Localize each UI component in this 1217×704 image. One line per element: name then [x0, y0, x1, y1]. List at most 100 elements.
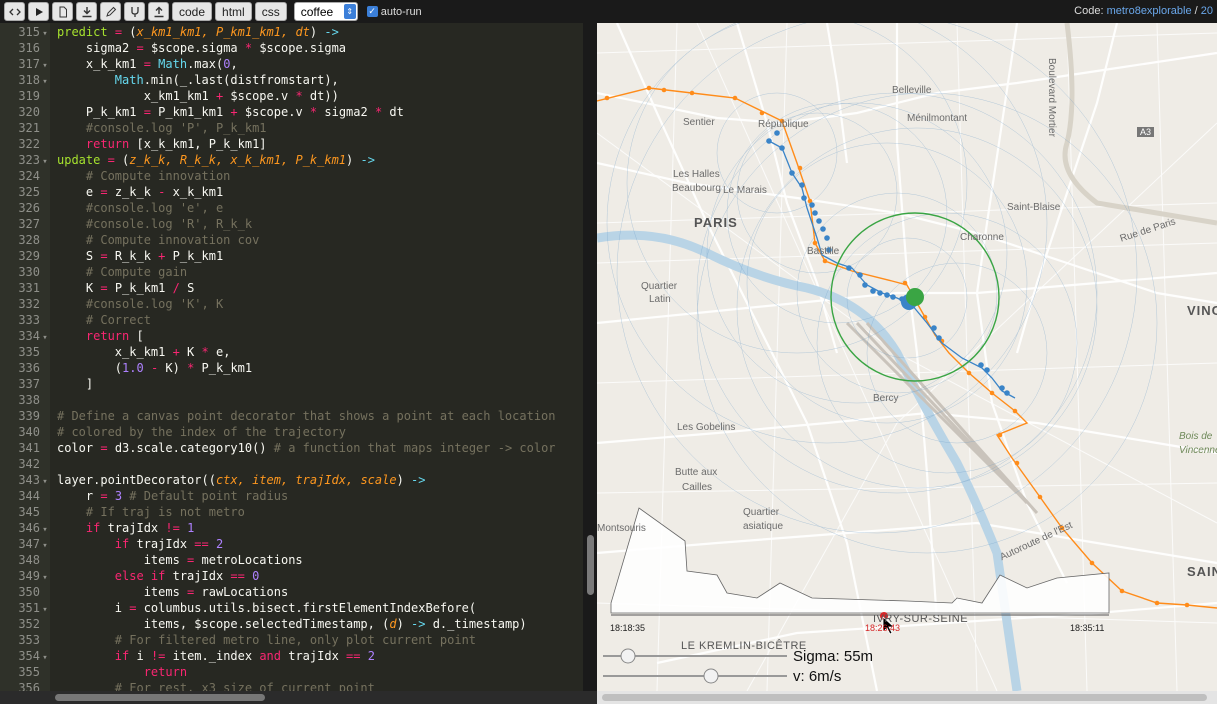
code-text: if trajIdx == 2: [114, 537, 224, 551]
line-number: 348: [18, 553, 40, 567]
code-line[interactable]: 345 # If traj is not metro: [0, 504, 583, 520]
code-line[interactable]: 356 # For rest, x3 size of current point: [0, 680, 583, 691]
code-line[interactable]: 317 ▾ x_k_km1 = Math.max(0,: [0, 56, 583, 72]
place-label: Charonne: [960, 232, 1004, 243]
editor-horizontal-scroll-thumb[interactable]: [55, 694, 265, 701]
download-button[interactable]: [76, 2, 97, 21]
code-text: return [: [85, 329, 144, 343]
run-button[interactable]: [28, 2, 49, 21]
code-line[interactable]: 340 # colored by the index of the traject…: [0, 424, 583, 440]
code-line[interactable]: 334 ▾ return [: [0, 328, 583, 344]
line-number: 337: [18, 377, 40, 391]
line-number: 339: [18, 409, 40, 423]
new-file-button[interactable]: [52, 2, 73, 21]
code-line[interactable]: 316 sigma2 = $scope.sigma * $scope.sigma: [0, 40, 583, 56]
tab-css[interactable]: css: [254, 2, 287, 21]
code-line[interactable]: 341 color = d3.scale.category10() # a fun…: [0, 440, 583, 456]
code-text: items, $scope.selectedTimestamp, (d) -> …: [57, 617, 527, 631]
code-line[interactable]: 323 ▾ update = (z_k_k, R_k_k, x_k_km1, P_k…: [0, 152, 583, 168]
place-label: LE KREMLIN-BICÊTRE: [681, 640, 807, 652]
code-text: x_km1_km1 + $scope.v * dt)): [57, 89, 339, 103]
code-line[interactable]: 332 #console.log 'K', K: [0, 296, 583, 312]
code-text: color = d3.scale.category10() # a functi…: [57, 441, 556, 455]
code-text: #console.log 'P', P_k_km1: [85, 121, 267, 135]
code-text: e = z_k_k - x_k_km1: [57, 185, 224, 199]
code-line[interactable]: 329 S = R_k_k + P_k_km1: [0, 248, 583, 264]
code-line[interactable]: 336 (1.0 - K) * P_k_km1: [0, 360, 583, 376]
code-line[interactable]: 315 ▾ predict = (x_km1_km1, P_km1_km1, dt)…: [0, 24, 583, 40]
code-line[interactable]: 342: [0, 456, 583, 472]
code-line[interactable]: 319 x_km1_km1 + $scope.v * dt)): [0, 88, 583, 104]
line-number: 345: [18, 505, 40, 519]
code-editor[interactable]: 315 ▾ predict = (x_km1_km1, P_km1_km1, dt)…: [0, 23, 583, 691]
download-icon: [82, 6, 91, 17]
code-line[interactable]: 321 #console.log 'P', P_k_km1: [0, 120, 583, 136]
upload-button[interactable]: [148, 2, 169, 21]
code-text: # For filtered metro line, only plot cur…: [114, 633, 477, 647]
code-line[interactable]: 344 r = 3 # Default point radius: [0, 488, 583, 504]
credit-link[interactable]: metro8explorable: [1107, 5, 1192, 17]
code-credit: Code: metro8explorable / 20: [1074, 5, 1213, 17]
language-select[interactable]: coffee ⇕: [293, 2, 358, 21]
file-icon: [59, 6, 67, 17]
editor-vertical-scroll-thumb[interactable]: [587, 535, 594, 595]
code-text: #console.log 'R', R_k_k: [85, 217, 253, 231]
code-line[interactable]: 346 ▾ if trajIdx != 1: [0, 520, 583, 536]
code-line[interactable]: 349 ▾ else if trajIdx == 0: [0, 568, 583, 584]
code-line[interactable]: 352 items, $scope.selectedTimestamp, (d)…: [0, 616, 583, 632]
code-line[interactable]: 353 # For filtered metro line, only plot…: [0, 632, 583, 648]
edit-button[interactable]: [100, 2, 121, 21]
place-label: Latin: [649, 294, 671, 305]
code-text: (1.0 - K) * P_k_km1: [57, 361, 253, 375]
autorun-toggle[interactable]: ✓ auto-run: [366, 6, 422, 18]
code-line[interactable]: 320 P_k_km1 = P_km1_km1 + $scope.v * sig…: [0, 104, 583, 120]
code-line[interactable]: 350 items = rawLocations: [0, 584, 583, 600]
map-view[interactable]: Belleville Ménilmontant Sentier République L…: [597, 23, 1217, 691]
code-line[interactable]: 337 ]: [0, 376, 583, 392]
code-line[interactable]: 351 ▾ i = columbus.utils.bisect.firstElem…: [0, 600, 583, 616]
fork-button[interactable]: [124, 2, 145, 21]
tab-html[interactable]: html: [215, 2, 252, 21]
code-line[interactable]: 318 ▾ Math.min(_.last(distfromstart),: [0, 72, 583, 88]
code-line[interactable]: 339 # Define a canvas point decorator tha…: [0, 408, 583, 424]
place-label: Butte aux: [675, 467, 718, 478]
timeline-start-label: 18:18:35: [610, 623, 646, 633]
code-line[interactable]: 333 # Correct: [0, 312, 583, 328]
checkbox-checked-icon[interactable]: ✓: [366, 6, 378, 17]
code-text: return: [143, 665, 188, 679]
code-text: K = P_k_km1 / S: [57, 281, 195, 295]
code-line[interactable]: 354 ▾ if i != item._index and trajIdx == …: [0, 648, 583, 664]
place-label: Saint-Blaise: [1007, 202, 1061, 213]
code-line[interactable]: 343 ▾ layer.pointDecorator((ctx, item, tra…: [0, 472, 583, 488]
code-line[interactable]: 331 K = P_k_km1 / S: [0, 280, 583, 296]
code-line[interactable]: 335 x_k_km1 + K * e,: [0, 344, 583, 360]
code-text: # Define a canvas point decorator that s…: [57, 409, 556, 423]
code-line[interactable]: 338: [0, 392, 583, 408]
credit-prefix: Code:: [1074, 5, 1107, 17]
place-label: Cailles: [682, 482, 713, 493]
line-number: 315: [18, 25, 40, 39]
code-line[interactable]: 348 items = metroLocations: [0, 552, 583, 568]
code-text: if trajIdx != 1: [85, 521, 195, 535]
tab-code[interactable]: code: [172, 2, 213, 21]
map-horizontal-scroll-thumb[interactable]: [602, 694, 1207, 701]
line-number: 332: [18, 297, 40, 311]
code-line[interactable]: 326 #console.log 'e', e: [0, 200, 583, 216]
line-number: 324: [18, 169, 40, 183]
pencil-icon: [105, 6, 116, 17]
code-line[interactable]: 325 e = z_k_k - x_k_km1: [0, 184, 583, 200]
embed-code-button[interactable]: [4, 2, 25, 21]
code-line[interactable]: 322 return [x_k_km1, P_k_km1]: [0, 136, 583, 152]
credit-number-link[interactable]: 20: [1201, 5, 1213, 17]
code-line[interactable]: 324 # Compute innovation: [0, 168, 583, 184]
code-line[interactable]: 328 # Compute innovation cov: [0, 232, 583, 248]
line-number: 356: [18, 681, 40, 691]
code-text: items = metroLocations: [57, 553, 303, 567]
timeline-end-label: 18:35:11: [1070, 623, 1105, 633]
code-line[interactable]: 355 return: [0, 664, 583, 680]
code-brackets-icon: [8, 8, 21, 15]
code-line[interactable]: 330 # Compute gain: [0, 264, 583, 280]
code-line[interactable]: 347 ▾ if trajIdx == 2: [0, 536, 583, 552]
code-line[interactable]: 327 #console.log 'R', R_k_k: [0, 216, 583, 232]
line-number: 346: [18, 521, 40, 535]
